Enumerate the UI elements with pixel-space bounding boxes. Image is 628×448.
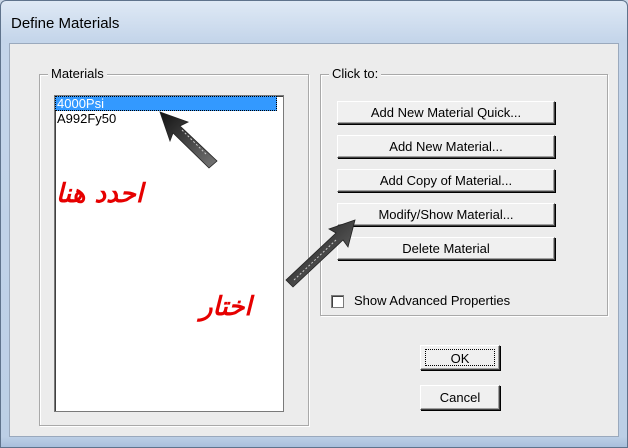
add-copy-of-material-button[interactable]: Add Copy of Material... <box>337 169 555 192</box>
delete-material-button[interactable]: Delete Material <box>337 237 555 260</box>
materials-legend: Materials <box>48 66 107 81</box>
annotation-choose: اختار <box>200 292 252 322</box>
list-item-a992fy50[interactable]: A992Fy50 <box>55 111 283 126</box>
click-to-group: Click to: Add New Material Quick... Add … <box>320 66 608 316</box>
materials-listbox[interactable]: 4000Psi A992Fy50 <box>54 95 284 412</box>
cancel-button[interactable]: Cancel <box>420 385 500 410</box>
window-bottom-border <box>1 437 627 447</box>
modify-show-material-button[interactable]: Modify/Show Material... <box>337 203 555 226</box>
annotation-select-here: احدد هنا <box>56 179 144 209</box>
show-advanced-label[interactable]: Show Advanced Properties <box>354 293 510 308</box>
window-title: Define Materials <box>11 15 120 32</box>
ok-button[interactable]: OK <box>420 345 500 370</box>
title-bar[interactable]: Define Materials <box>1 1 627 41</box>
materials-group: Materials 4000Psi A992Fy50 <box>39 66 309 426</box>
define-materials-window: Define Materials Materials 4000Psi A992F… <box>0 0 628 448</box>
show-advanced-checkbox[interactable] <box>331 295 344 308</box>
list-item-4000psi[interactable]: 4000Psi <box>55 96 277 111</box>
add-new-material-quick-button[interactable]: Add New Material Quick... <box>337 101 555 124</box>
click-to-legend: Click to: <box>329 66 382 81</box>
add-new-material-button[interactable]: Add New Material... <box>337 135 555 158</box>
dialog-body: Materials 4000Psi A992Fy50 Click to: Add… <box>9 43 619 437</box>
ok-label: OK <box>450 351 470 366</box>
